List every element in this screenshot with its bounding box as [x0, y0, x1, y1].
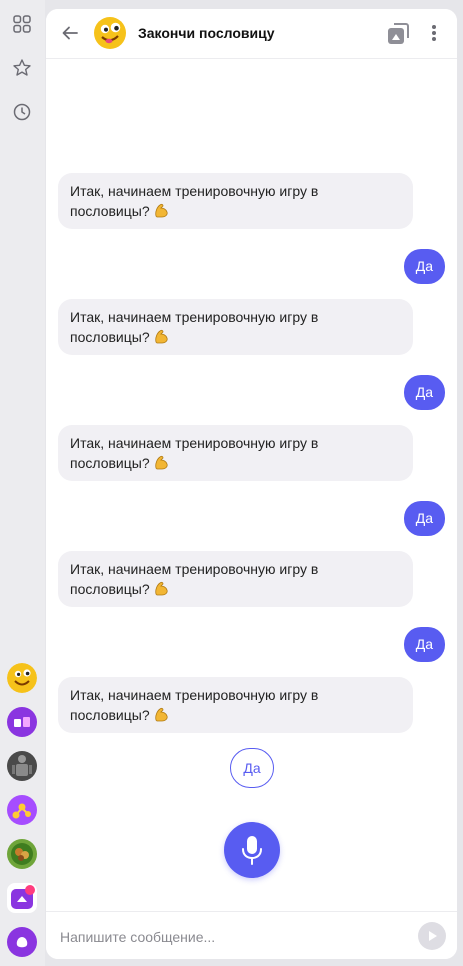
- flexed-biceps-icon: [153, 579, 171, 602]
- send-button[interactable]: [418, 922, 446, 950]
- microphone-button[interactable]: [224, 822, 280, 878]
- left-sidebar: [0, 0, 45, 966]
- flexed-biceps-icon: [153, 453, 171, 476]
- back-arrow-icon[interactable]: [58, 21, 82, 45]
- alice-message: Итак, начинаем тренировочную игру в посл…: [58, 551, 413, 607]
- suggest-yes-button[interactable]: Да: [230, 748, 274, 788]
- more-vertical-icon[interactable]: [422, 21, 446, 45]
- user-message: Да: [403, 249, 445, 284]
- clock-icon[interactable]: [8, 98, 36, 126]
- chat-title: Закончи пословицу: [138, 25, 275, 41]
- message-composer: [46, 911, 457, 959]
- robot-skill-icon[interactable]: [7, 751, 37, 781]
- message-text: Итак, начинаем тренировочную игру в посл…: [70, 687, 319, 723]
- alice-assistant-icon[interactable]: [7, 927, 37, 957]
- device-house-icon[interactable]: [384, 20, 412, 48]
- user-message: Да: [403, 627, 445, 662]
- molecules-skill-icon[interactable]: [7, 795, 37, 825]
- send-icon: [429, 931, 437, 941]
- message-text: Итак, начинаем тренировочную игру в посл…: [70, 183, 319, 219]
- microphone-icon: [242, 836, 262, 865]
- message-text: Итак, начинаем тренировочную игру в посл…: [70, 561, 319, 597]
- alice-message: Итак, начинаем тренировочную игру в посл…: [58, 173, 413, 229]
- chat-panel: Закончи пословицу Итак, начинаем трениро…: [46, 9, 457, 959]
- games-skill-icon[interactable]: [7, 707, 37, 737]
- star-icon[interactable]: [8, 54, 36, 82]
- user-message: Да: [403, 501, 445, 536]
- alice-message: Итак, начинаем тренировочную игру в посл…: [58, 299, 413, 355]
- grid-icon[interactable]: [8, 10, 36, 38]
- alice-message: Итак, начинаем тренировочную игру в посл…: [58, 677, 413, 733]
- chat-header: Закончи пословицу: [46, 9, 457, 59]
- alice-message: Итак, начинаем тренировочную игру в посл…: [58, 425, 413, 481]
- home-skill-icon[interactable]: [7, 883, 37, 913]
- message-input[interactable]: [60, 926, 400, 948]
- user-message: Да: [403, 375, 445, 410]
- flexed-biceps-icon: [153, 201, 171, 224]
- forest-skill-icon[interactable]: [7, 839, 37, 869]
- flexed-biceps-icon: [153, 705, 171, 728]
- flexed-biceps-icon: [153, 327, 171, 350]
- proverbs-skill-icon[interactable]: [7, 663, 37, 693]
- message-text: Итак, начинаем тренировочную игру в посл…: [70, 435, 319, 471]
- message-text: Итак, начинаем тренировочную игру в посл…: [70, 309, 319, 345]
- skill-avatar: [93, 16, 127, 50]
